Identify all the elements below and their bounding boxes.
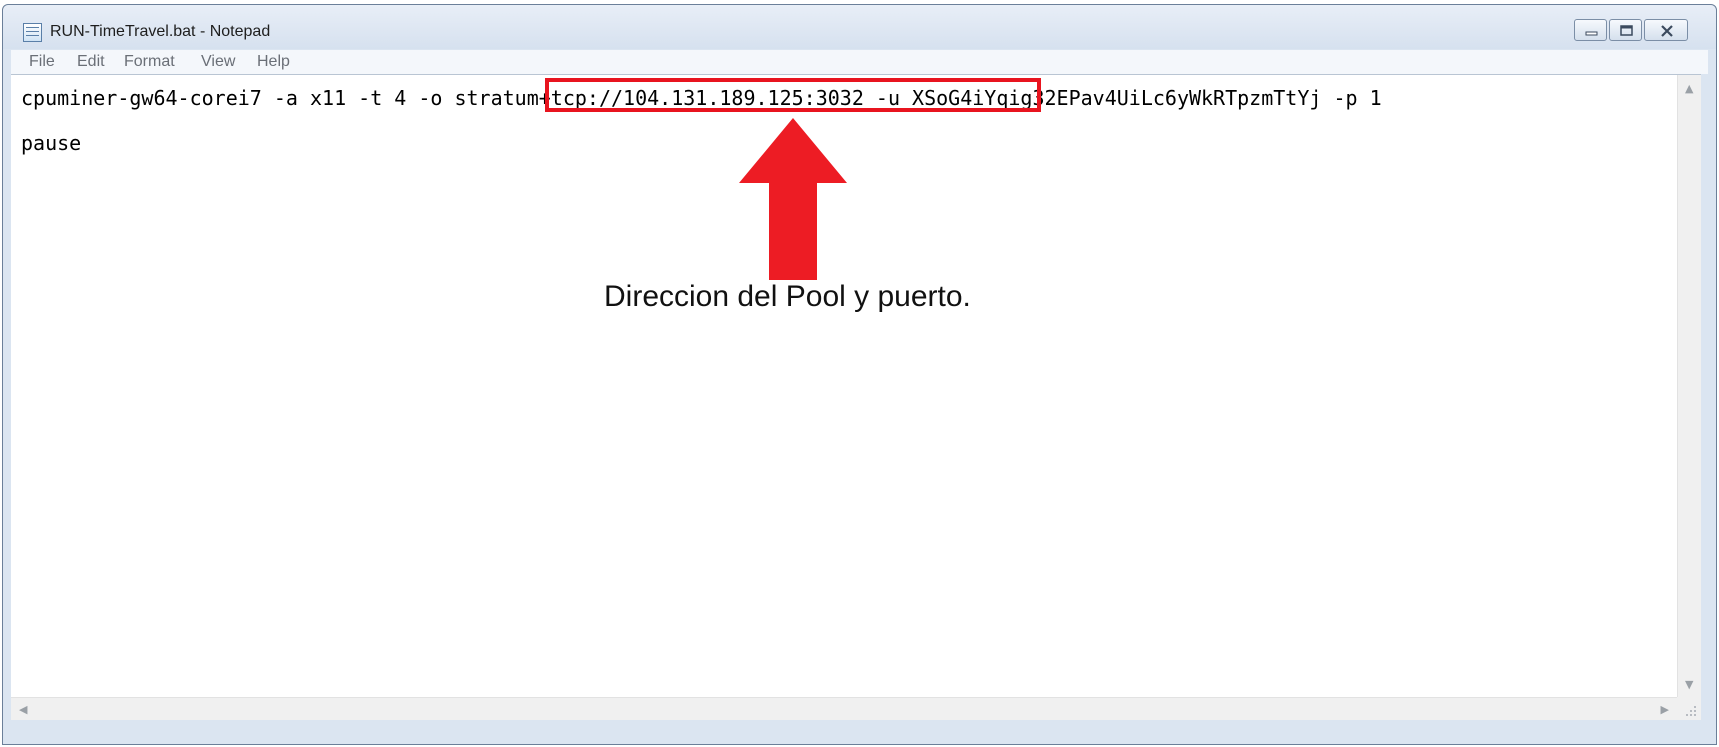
red-arrow-icon xyxy=(739,118,847,280)
notepad-window: RUN-TimeTravel.bat - Notepad File Edit F… xyxy=(2,4,1717,745)
maximize-button[interactable] xyxy=(1609,19,1642,41)
menu-view[interactable]: View xyxy=(201,53,235,71)
horizontal-scrollbar[interactable]: ◀ ▶ xyxy=(11,697,1677,721)
annotation-label: Direccion del Pool y puerto. xyxy=(604,280,971,313)
minimize-button[interactable] xyxy=(1574,19,1607,41)
menu-file[interactable]: File xyxy=(29,53,55,71)
menu-edit[interactable]: Edit xyxy=(77,53,105,71)
menu-help[interactable]: Help xyxy=(257,53,290,71)
window-title: RUN-TimeTravel.bat - Notepad xyxy=(50,23,271,40)
maximize-icon xyxy=(1620,25,1633,36)
title-bar[interactable]: RUN-TimeTravel.bat - Notepad xyxy=(3,5,1716,49)
window-bottom-frame xyxy=(3,720,1716,744)
scroll-down-icon[interactable]: ▼ xyxy=(1685,679,1693,690)
vertical-scrollbar[interactable]: ▲ ▼ xyxy=(1677,75,1701,698)
text-editor[interactable]: cpuminer-gw64-corei7 -a x11 -t 4 -o stra… xyxy=(11,74,1701,721)
resize-grip-icon[interactable] xyxy=(1677,697,1701,721)
close-button[interactable] xyxy=(1644,19,1688,41)
close-icon xyxy=(1661,25,1673,37)
menu-format[interactable]: Format xyxy=(124,53,175,71)
menu-bar: File Edit Format View Help xyxy=(11,50,1708,74)
notepad-icon[interactable] xyxy=(23,23,42,42)
scroll-right-icon[interactable]: ▶ xyxy=(1661,704,1669,715)
scroll-left-icon[interactable]: ◀ xyxy=(19,704,27,715)
scroll-up-icon[interactable]: ▲ xyxy=(1685,83,1693,94)
minimize-icon xyxy=(1585,31,1598,36)
pool-address-highlight xyxy=(545,78,1041,112)
code-line-2[interactable]: pause xyxy=(21,131,81,155)
